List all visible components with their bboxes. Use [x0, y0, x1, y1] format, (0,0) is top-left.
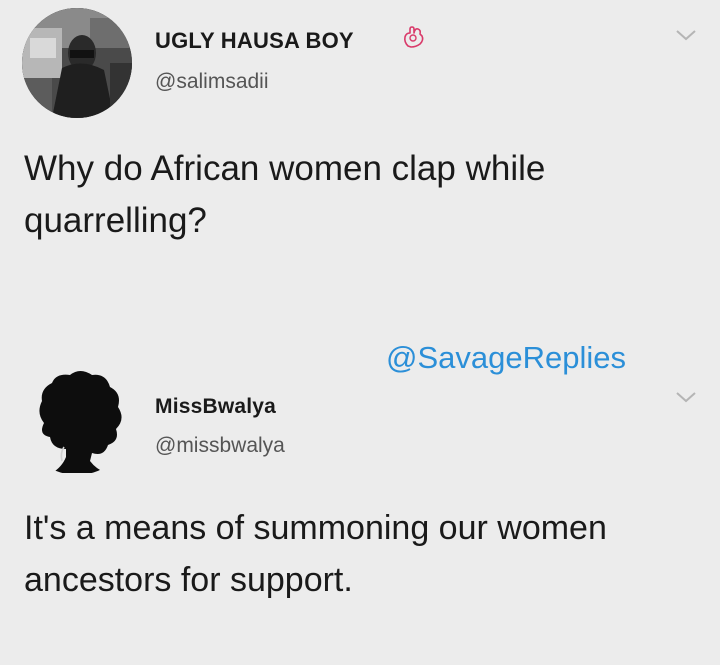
silhouette-avatar	[39, 371, 122, 473]
chevron-down-icon[interactable]	[675, 390, 697, 404]
tweet-reply[interactable]: MissBwalya @missbwalya It's a means of s…	[0, 330, 720, 665]
handle[interactable]: @missbwalya	[155, 434, 285, 458]
handle[interactable]: @salimsadii	[155, 70, 269, 94]
tweet-text: It's a means of summoning our women ance…	[24, 509, 607, 599]
tweet-original[interactable]: UGLY HAUSA BOY @salimsadii Why do Africa…	[0, 0, 720, 320]
avatar[interactable]	[22, 365, 132, 475]
chevron-down-icon[interactable]	[675, 28, 697, 42]
avatar[interactable]	[22, 8, 132, 118]
display-name[interactable]: MissBwalya	[155, 395, 276, 419]
tweet-text: Why do African women clap while quarrell…	[24, 149, 546, 240]
avatar-photo	[22, 8, 132, 118]
ok-hand-icon	[404, 26, 424, 48]
display-name[interactable]: UGLY HAUSA BOY	[155, 28, 354, 54]
